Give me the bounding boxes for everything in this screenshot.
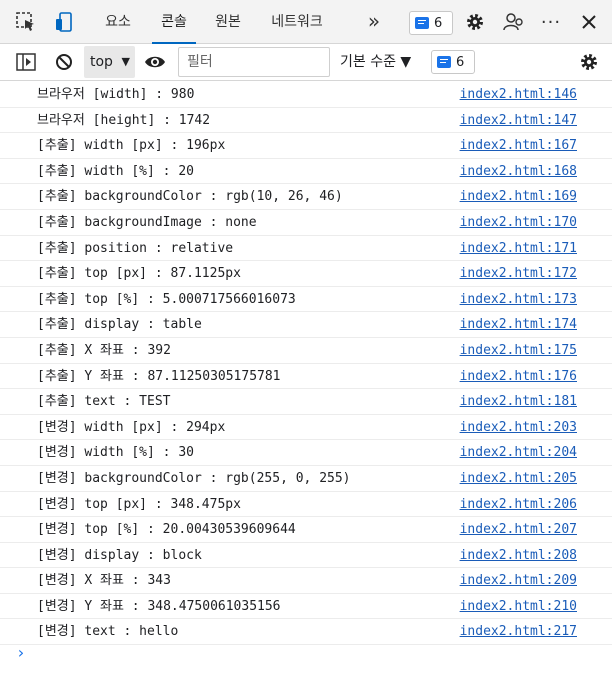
log-source-link[interactable]: index2.html:206 bbox=[460, 492, 577, 517]
dropdown-arrow-icon: ▼ bbox=[121, 55, 130, 68]
log-source-link[interactable]: index2.html:170 bbox=[460, 210, 577, 235]
tab-console[interactable]: 콘솔 bbox=[152, 0, 196, 44]
log-message: [추출] width [px] : 196px bbox=[37, 138, 226, 154]
more-options-icon[interactable]: ··· bbox=[539, 10, 563, 34]
log-message: [추출] top [%] : 5.000717566016073 bbox=[37, 291, 296, 307]
log-source-link[interactable]: index2.html:171 bbox=[460, 236, 577, 261]
log-message: [변경] display : block bbox=[37, 547, 202, 563]
log-message: [변경] top [px] : 348.475px bbox=[37, 496, 241, 512]
log-row: [추출] Y 좌표 : 87.11250305175781 index2.html… bbox=[0, 364, 612, 390]
filter-input[interactable] bbox=[178, 47, 330, 77]
log-source-link[interactable]: index2.html:210 bbox=[460, 594, 577, 619]
log-source-link[interactable]: index2.html:209 bbox=[460, 568, 577, 593]
console-toolbar: top ▼ 기본 수준 ▼ 6 bbox=[0, 45, 612, 81]
log-source-link[interactable]: index2.html:172 bbox=[460, 261, 577, 286]
device-emulation-icon[interactable] bbox=[52, 10, 76, 34]
log-source-link[interactable]: index2.html:207 bbox=[460, 517, 577, 542]
feedback-icon[interactable] bbox=[501, 10, 525, 34]
tab-network[interactable]: 네트워크 bbox=[266, 0, 328, 44]
log-message: [추출] top [px] : 87.1125px bbox=[37, 266, 241, 282]
issues-count: 6 bbox=[434, 15, 443, 31]
log-row: [추출] display : table index2.html:174 bbox=[0, 312, 612, 338]
log-message: [변경] top [%] : 20.00430539609644 bbox=[37, 522, 296, 538]
log-message: [변경] backgroundColor : rgb(255, 0, 255) bbox=[37, 470, 351, 486]
log-message: 브라우저 [height] : 1742 bbox=[37, 112, 211, 128]
log-source-link[interactable]: index2.html:146 bbox=[460, 82, 577, 107]
log-row: 브라우저 [width] : 980 index2.html:146 bbox=[0, 82, 612, 108]
context-selector[interactable]: top ▼ bbox=[84, 46, 135, 78]
log-source-link[interactable]: index2.html:208 bbox=[460, 543, 577, 568]
log-row: 브라우저 [height] : 1742 index2.html:147 bbox=[0, 108, 612, 134]
log-row: [변경] backgroundColor : rgb(255, 0, 255) i… bbox=[0, 466, 612, 492]
log-message: [변경] Y 좌표 : 348.4750061035156 bbox=[37, 598, 281, 614]
issues-badge-button[interactable]: 6 bbox=[409, 11, 453, 35]
log-row: [변경] width [px] : 294px index2.html:203 bbox=[0, 415, 612, 441]
log-source-link[interactable]: index2.html:205 bbox=[460, 466, 577, 491]
settings-gear-icon[interactable] bbox=[463, 10, 487, 34]
log-row: [추출] X 좌표 : 392 index2.html:175 bbox=[0, 338, 612, 364]
log-levels-dropdown[interactable]: 기본 수준 ▼ bbox=[340, 45, 411, 79]
log-row: [추출] top [px] : 87.1125px index2.html:172 bbox=[0, 261, 612, 287]
log-source-link[interactable]: index2.html:174 bbox=[460, 312, 577, 337]
log-row: [추출] width [px] : 196px index2.html:167 bbox=[0, 133, 612, 159]
log-source-link[interactable]: index2.html:217 bbox=[460, 619, 577, 644]
log-message: [변경] X 좌표 : 343 bbox=[37, 573, 171, 589]
log-row: [변경] width [%] : 30 index2.html:204 bbox=[0, 440, 612, 466]
log-message: [변경] text : hello bbox=[37, 624, 179, 640]
console-settings-gear-icon[interactable] bbox=[577, 50, 601, 74]
log-row: [추출] text : TEST index2.html:181 bbox=[0, 389, 612, 415]
log-source-link[interactable]: index2.html:173 bbox=[460, 287, 577, 312]
devtools-tabbar: 요소 콘솔 원본 네트워크 » 6 ··· bbox=[0, 0, 612, 44]
toolbar-issues-count: 6 bbox=[456, 54, 465, 70]
log-row: [추출] position : relative index2.html:171 bbox=[0, 236, 612, 262]
log-message: [추출] Y 좌표 : 87.11250305175781 bbox=[37, 368, 281, 384]
message-icon bbox=[437, 56, 451, 68]
log-message: [추출] backgroundColor : rgb(10, 26, 46) bbox=[37, 189, 343, 205]
log-source-link[interactable]: index2.html:203 bbox=[460, 415, 577, 440]
log-message: [추출] X 좌표 : 392 bbox=[37, 342, 171, 358]
log-row: [변경] display : block index2.html:208 bbox=[0, 543, 612, 569]
log-row: [변경] Y 좌표 : 348.4750061035156 index2.html… bbox=[0, 594, 612, 620]
log-message: [변경] width [px] : 294px bbox=[37, 419, 226, 435]
log-message: 브라우저 [width] : 980 bbox=[37, 87, 195, 102]
log-row: [변경] text : hello index2.html:217 bbox=[0, 619, 612, 646]
clear-console-icon[interactable] bbox=[52, 50, 76, 74]
log-source-link[interactable]: index2.html:176 bbox=[460, 364, 577, 389]
log-row: [추출] top [%] : 5.000717566016073 index2.h… bbox=[0, 287, 612, 313]
log-source-link[interactable]: index2.html:167 bbox=[460, 133, 577, 158]
tab-elements[interactable]: 요소 bbox=[102, 0, 134, 44]
log-row: [변경] top [%] : 20.00430539609644 index2.h… bbox=[0, 517, 612, 543]
log-message: [추출] text : TEST bbox=[37, 394, 171, 410]
inspect-element-icon[interactable] bbox=[14, 10, 38, 34]
log-message: [추출] width [%] : 20 bbox=[37, 163, 194, 179]
log-row: [추출] backgroundImage : none index2.html:1… bbox=[0, 210, 612, 236]
console-prompt[interactable]: › bbox=[16, 643, 26, 662]
log-source-link[interactable]: index2.html:204 bbox=[460, 440, 577, 465]
toolbar-issues-badge-button[interactable]: 6 bbox=[431, 50, 475, 74]
live-expression-eye-icon[interactable] bbox=[143, 50, 167, 74]
sidebar-toggle-icon[interactable] bbox=[14, 50, 38, 74]
tab-sources[interactable]: 원본 bbox=[212, 0, 244, 44]
log-message: [추출] backgroundImage : none bbox=[37, 214, 257, 230]
console-log: 브라우저 [width] : 980 index2.html:146 브라우저 [h… bbox=[0, 82, 612, 646]
log-row: [추출] backgroundColor : rgb(10, 26, 46) in… bbox=[0, 184, 612, 210]
log-source-link[interactable]: index2.html:181 bbox=[460, 389, 577, 414]
more-tabs-button[interactable]: » bbox=[366, 0, 382, 44]
close-icon[interactable] bbox=[577, 10, 601, 34]
log-message: [변경] width [%] : 30 bbox=[37, 445, 194, 461]
log-source-link[interactable]: index2.html:147 bbox=[460, 108, 577, 133]
log-source-link[interactable]: index2.html:168 bbox=[460, 159, 577, 184]
log-source-link[interactable]: index2.html:175 bbox=[460, 338, 577, 363]
log-row: [변경] X 좌표 : 343 index2.html:209 bbox=[0, 568, 612, 594]
log-row: [추출] width [%] : 20 index2.html:168 bbox=[0, 159, 612, 185]
log-source-link[interactable]: index2.html:169 bbox=[460, 184, 577, 209]
log-message: [추출] position : relative bbox=[37, 240, 234, 256]
log-row: [변경] top [px] : 348.475px index2.html:206 bbox=[0, 492, 612, 518]
message-icon bbox=[415, 17, 429, 29]
log-message: [추출] display : table bbox=[37, 317, 202, 333]
